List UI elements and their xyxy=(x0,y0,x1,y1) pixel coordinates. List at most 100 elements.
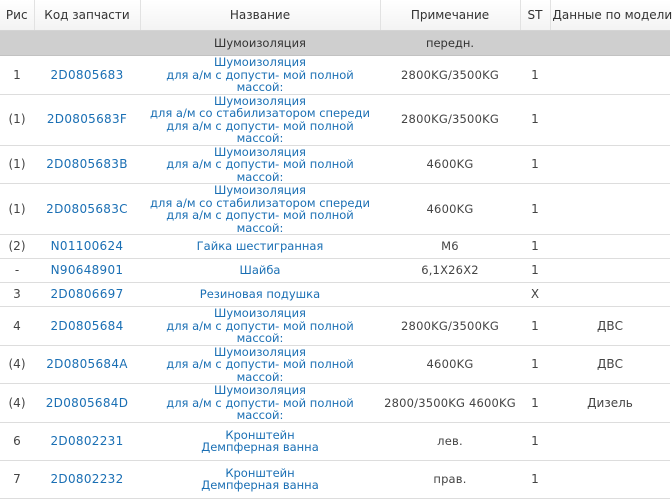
part-name-detail[interactable]: для а/м с допусти- мой полной массой: xyxy=(142,158,378,183)
model-data xyxy=(550,145,670,184)
part-quantity: 1 xyxy=(520,183,550,235)
part-note: лев. xyxy=(380,422,520,461)
part-name[interactable]: Шайба xyxy=(140,258,380,283)
part-code-link[interactable]: 2D0805683C xyxy=(46,202,128,216)
part-name[interactable]: Шумоизоляция для а/м со стабилизатором сп… xyxy=(140,183,380,235)
part-code-link[interactable]: 2D0805683F xyxy=(47,112,127,126)
table-row: (4) 2D0805684A Шумоизоляция для а/м с допус… xyxy=(0,345,670,384)
figure-number: 4 xyxy=(0,306,34,346)
part-name-title[interactable]: Гайка шестигранная xyxy=(142,240,378,253)
table-row: - N90648901 Шайба 6,1X26X2 1 xyxy=(0,258,670,283)
part-name-detail[interactable]: Демпферная ванна xyxy=(142,441,378,454)
part-name[interactable]: Шумоизоляция для а/м с допусти- мой полно… xyxy=(140,55,380,95)
part-code-link[interactable]: 2D0802231 xyxy=(50,434,123,448)
part-name[interactable]: Шумоизоляция для а/м со стабилизатором сп… xyxy=(140,94,380,146)
part-code-link[interactable]: 2D0806697 xyxy=(50,287,123,301)
part-name-detail[interactable]: для а/м с допусти- мой полной массой: xyxy=(142,396,378,421)
part-name-title[interactable]: Шумоизоляция xyxy=(142,384,378,397)
figure-number: 6 xyxy=(0,422,34,461)
part-code-cell: 2D0805684 xyxy=(34,306,140,346)
header-code[interactable]: Код запчасти xyxy=(34,0,141,31)
part-name-detail[interactable]: для а/м с допусти- мой полной массой: xyxy=(142,358,378,383)
figure-number: (1) xyxy=(0,145,34,184)
part-note: 2800KG/3500KG xyxy=(380,55,520,95)
header-row: Рис Код запчасти Название Примечание ST … xyxy=(0,0,672,31)
part-name-detail[interactable]: для а/м с допусти- мой полной массой: xyxy=(142,68,378,93)
part-quantity: 1 xyxy=(520,258,550,283)
table-row: (1) 2D0805683B Шумоизоляция для а/м с допус… xyxy=(0,145,670,184)
part-name[interactable]: Гайка шестигранная xyxy=(140,234,380,259)
header-name[interactable]: Название xyxy=(140,0,381,31)
part-code-link[interactable]: N90648901 xyxy=(51,263,124,277)
table-row: 6 2D0802231 Кронштейн Демпферная ванна лев. 1 xyxy=(0,422,670,461)
figure-number: (1) xyxy=(0,94,34,146)
figure-number: (1) xyxy=(0,183,34,235)
part-code-cell: 2D0806697 xyxy=(34,282,140,307)
table-row: (1) 2D0805683F Шумоизоляция для а/м со стаб… xyxy=(0,94,670,146)
part-name-title[interactable]: Резиновая подушка xyxy=(142,288,378,301)
table-row: (1) 2D0805683C Шумоизоляция для а/м со стаб… xyxy=(0,183,670,235)
part-code-link[interactable]: 2D0805683B xyxy=(46,157,128,171)
table-row: (4) 2D0805684D Шумоизоляция для а/м с допус… xyxy=(0,383,670,423)
part-code-link[interactable]: N01100624 xyxy=(51,239,124,253)
model-data xyxy=(550,183,670,235)
part-name-title[interactable]: Шайба xyxy=(142,264,378,277)
section-row: Шумоизоляция передн. xyxy=(0,30,670,56)
table-row: (2) N01100624 Гайка шестигранная M6 1 xyxy=(0,234,670,259)
figure-number: 3 xyxy=(0,282,34,307)
part-code-link[interactable]: 2D0805683 xyxy=(50,68,123,82)
part-name-detail[interactable]: для а/м с допусти- мой полной массой: xyxy=(142,319,378,344)
table-row: 3 2D0806697 Резиновая подушка X xyxy=(0,282,670,307)
model-data: ДВС xyxy=(550,345,670,384)
part-code-link[interactable]: 2D0802232 xyxy=(50,472,123,486)
header-model[interactable]: Данные по модели xyxy=(550,0,672,31)
part-name[interactable]: Резиновая подушка xyxy=(140,282,380,307)
model-data xyxy=(550,460,670,499)
part-quantity: 1 xyxy=(520,422,550,461)
model-data xyxy=(550,234,670,259)
part-name-detail[interactable]: для а/м с допусти- мой полной массой: xyxy=(142,119,378,144)
part-code-link[interactable]: 2D0805684 xyxy=(50,319,123,333)
part-name-detail[interactable]: для а/м с допусти- мой полной массой: xyxy=(142,209,378,234)
header-st[interactable]: ST xyxy=(520,0,551,31)
part-quantity: 1 xyxy=(520,145,550,184)
section-note: передн. xyxy=(380,30,520,56)
table-row: 4 2D0805684 Шумоизоляция для а/м с допусти-… xyxy=(0,306,670,346)
model-data xyxy=(550,282,670,307)
part-note: 4600KG xyxy=(380,145,520,184)
part-name-title[interactable]: Шумоизоляция xyxy=(142,307,378,320)
part-name-title[interactable]: Шумоизоляция xyxy=(142,56,378,69)
part-quantity: 1 xyxy=(520,55,550,95)
part-name-detail[interactable]: для а/м со стабилизатором спереди xyxy=(142,107,378,120)
part-note: 2800/3500KG 4600KG xyxy=(380,383,520,423)
part-quantity: 1 xyxy=(520,345,550,384)
part-name[interactable]: Шумоизоляция для а/м с допусти- мой полно… xyxy=(140,145,380,184)
model-data xyxy=(550,55,670,95)
part-quantity: 1 xyxy=(520,383,550,423)
part-code-cell: 2D0805683B xyxy=(34,145,140,184)
part-code-link[interactable]: 2D0805684D xyxy=(46,396,129,410)
part-name[interactable]: Шумоизоляция для а/м с допусти- мой полно… xyxy=(140,383,380,423)
part-code-link[interactable]: 2D0805684A xyxy=(46,357,128,371)
model-data: Дизель xyxy=(550,383,670,423)
header-note[interactable]: Примечание xyxy=(380,0,521,31)
part-note: M6 xyxy=(380,234,520,259)
part-note: 4600KG xyxy=(380,183,520,235)
figure-number: 7 xyxy=(0,460,34,499)
part-name-title[interactable]: Шумоизоляция xyxy=(142,184,378,197)
part-name[interactable]: Кронштейн Демпферная ванна xyxy=(140,422,380,461)
header-ris[interactable]: Рис xyxy=(0,0,35,31)
part-note: 2800KG/3500KG xyxy=(380,306,520,346)
part-name-detail[interactable]: Демпферная ванна xyxy=(142,479,378,492)
part-quantity: X xyxy=(520,282,550,307)
model-data xyxy=(550,94,670,146)
figure-number: (4) xyxy=(0,345,34,384)
part-quantity: 1 xyxy=(520,234,550,259)
part-code-cell: 2D0805683C xyxy=(34,183,140,235)
part-code-cell: 2D0805683F xyxy=(34,94,140,146)
part-name[interactable]: Шумоизоляция для а/м с допусти- мой полно… xyxy=(140,306,380,346)
part-quantity: 1 xyxy=(520,94,550,146)
part-name[interactable]: Шумоизоляция для а/м с допусти- мой полно… xyxy=(140,345,380,384)
part-name[interactable]: Кронштейн Демпферная ванна xyxy=(140,460,380,499)
part-note: 2800KG/3500KG xyxy=(380,94,520,146)
